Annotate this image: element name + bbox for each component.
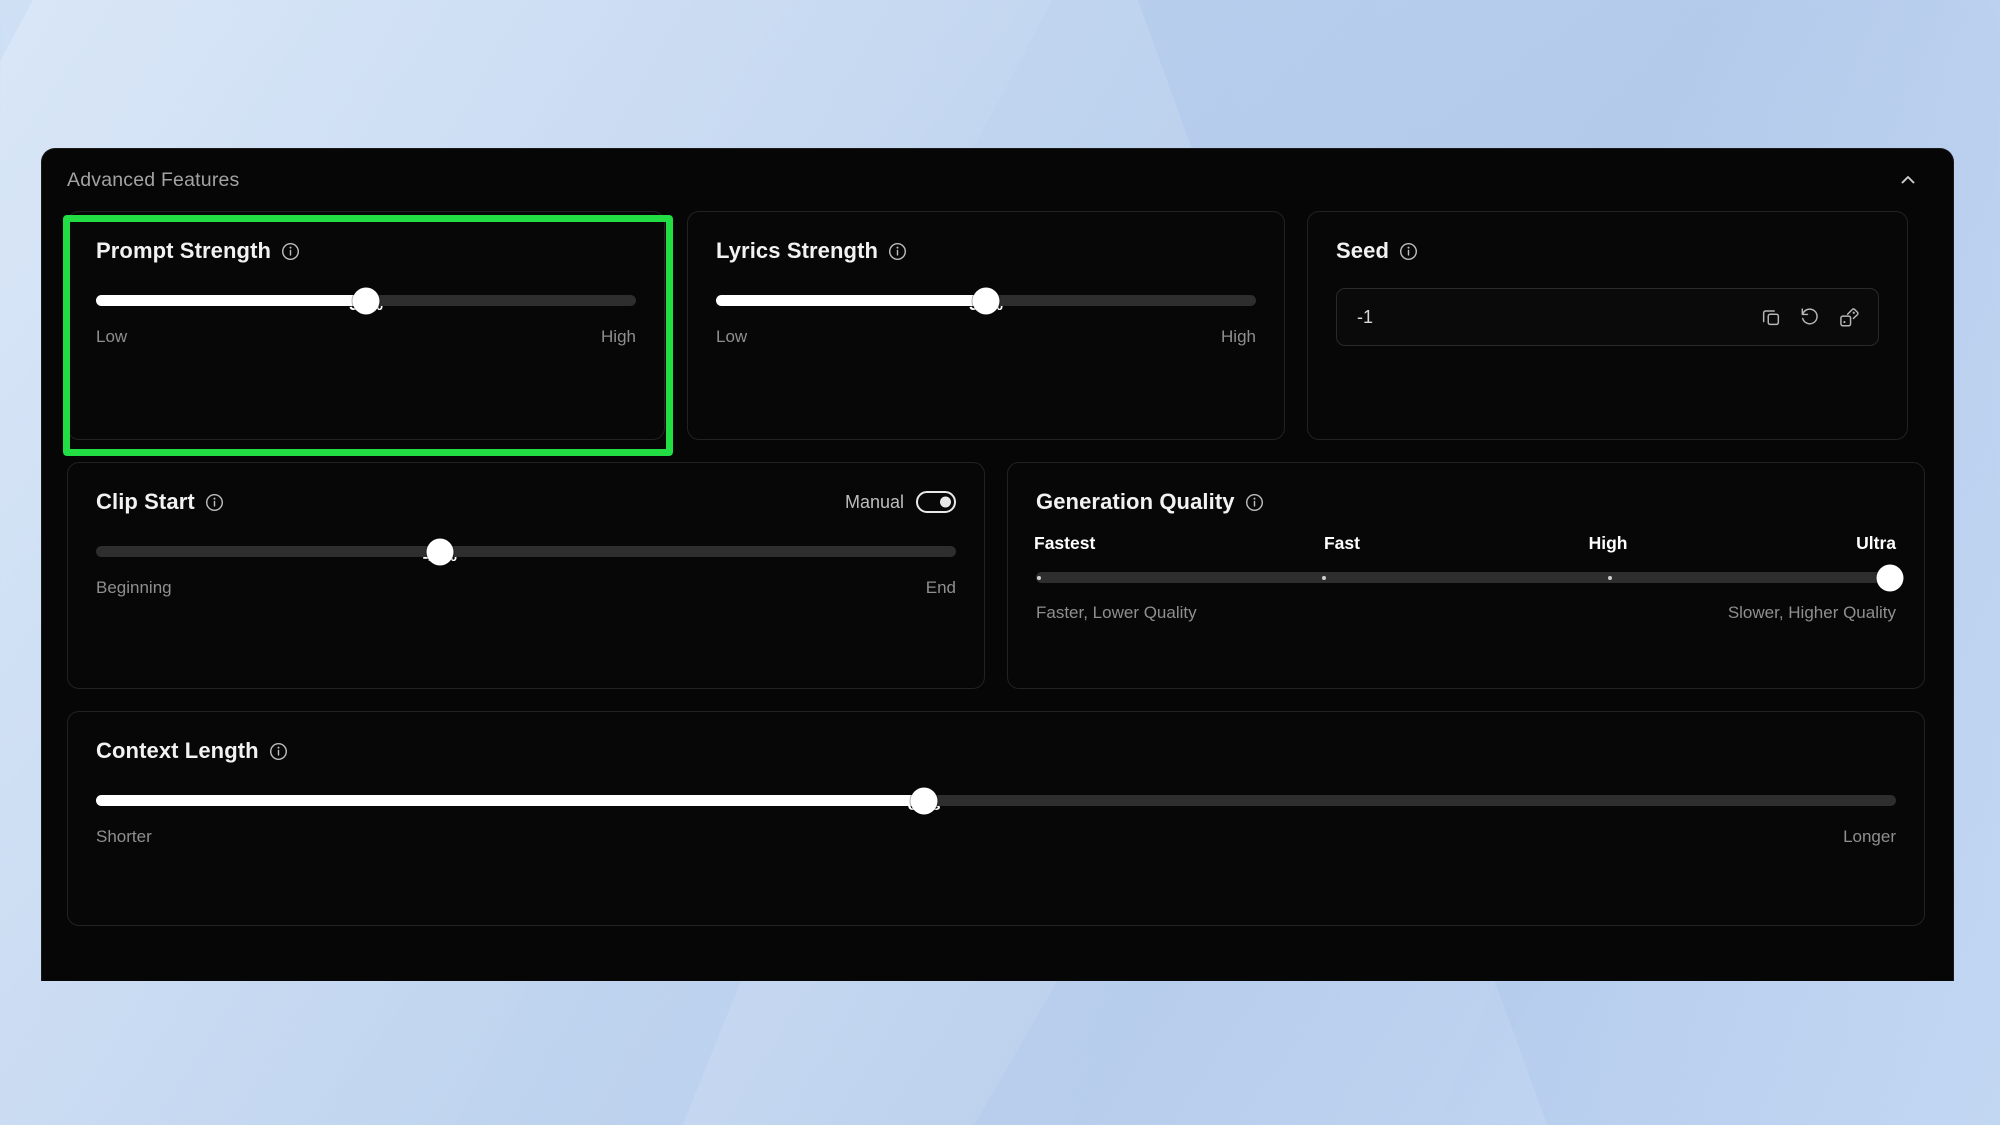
lyrics-strength-thumb[interactable] [973,287,1000,314]
clip-start-endpoints: Beginning End [96,578,956,598]
chevron-up-icon[interactable] [1891,163,1925,197]
context-length-max-label: Longer [1843,827,1896,847]
advanced-features-panel: Advanced Features Prompt Strength [41,148,1954,981]
seed-input[interactable]: -1 [1357,307,1373,328]
clip-start-max-label: End [926,578,956,598]
quality-hint-left: Faster, Lower Quality [1036,603,1197,623]
prompt-strength-track[interactable] [96,295,636,306]
lyrics-strength-title: Lyrics Strength [716,238,1256,264]
panel-body: Prompt Strength 50% [42,211,1953,926]
lyrics-strength-max-label: High [1221,327,1256,347]
seed-input-box[interactable]: -1 [1336,288,1879,346]
prompt-strength-title: Prompt Strength [96,238,636,264]
prompt-strength-endpoints: Low High [96,327,636,347]
seed-label: Seed [1336,238,1389,264]
context-length-min-label: Shorter [96,827,152,847]
clip-start-label: Clip Start [96,489,195,515]
prompt-strength-slider-wrap: 50% Low High [96,295,636,347]
info-icon[interactable] [281,242,300,261]
context-length-thumb[interactable] [911,787,938,814]
lyrics-strength-endpoints: Low High [716,327,1256,347]
lyrics-strength-card: Lyrics Strength 50% [687,211,1285,440]
info-icon[interactable] [205,493,224,512]
lyrics-strength-slider-wrap: 50% Low High [716,295,1256,347]
info-icon[interactable] [1245,493,1264,512]
lyrics-strength-fill [716,295,986,306]
lyrics-strength-min-label: Low [716,327,747,347]
generation-quality-title: Generation Quality [1036,489,1896,515]
generation-quality-track[interactable] [1036,572,1896,583]
clip-start-title-row: Clip Start Manual [96,489,956,515]
clip-start-title: Clip Start [96,489,224,515]
clip-start-thumb[interactable] [427,538,454,565]
manual-label: Manual [845,492,904,513]
page-title: Advanced Features [67,169,240,192]
quality-tick-0 [1037,576,1041,580]
context-length-slider-wrap: 61 s Shorter Longer [96,795,1896,847]
clip-start-min-label: Beginning [96,578,172,598]
generation-quality-thumb[interactable] [1876,564,1903,591]
clip-start-slider-wrap: 40% Beginning End [96,546,956,598]
quality-step-high[interactable]: High [1589,533,1628,554]
clip-start-card: Clip Start Manual [67,462,985,689]
settings-row-1: Prompt Strength 50% [67,211,1928,440]
info-icon[interactable] [1399,242,1418,261]
quality-step-ultra[interactable]: Ultra [1856,533,1896,554]
prompt-strength-max-label: High [601,327,636,347]
clip-start-track[interactable] [96,546,956,557]
generation-quality-card: Generation Quality Fastest Fast High Ult… [1007,462,1925,689]
context-length-card: Context Length 61 s [67,711,1925,926]
prompt-strength-min-label: Low [96,327,127,347]
reset-icon[interactable] [1799,306,1821,328]
quality-step-fastest[interactable]: Fastest [1034,533,1095,554]
seed-title: Seed [1336,238,1879,264]
quality-hint-right: Slower, Higher Quality [1728,603,1896,623]
quality-tick-2 [1608,576,1612,580]
generation-quality-hints: Faster, Lower Quality Slower, Higher Qua… [1036,603,1896,623]
context-length-label: Context Length [96,738,259,764]
prompt-strength-fill [96,295,366,306]
seed-card: Seed -1 [1307,211,1908,440]
prompt-strength-label: Prompt Strength [96,238,271,264]
quality-tick-1 [1322,576,1326,580]
prompt-strength-thumb[interactable] [353,287,380,314]
seed-actions [1760,306,1860,328]
settings-row-3: Context Length 61 s [67,711,1928,926]
copy-icon[interactable] [1760,306,1782,328]
settings-row-2: Clip Start Manual [67,462,1928,689]
info-icon[interactable] [269,742,288,761]
context-length-title: Context Length [96,738,1896,764]
randomize-dice-icon[interactable] [1838,306,1860,328]
manual-toggle-group[interactable]: Manual [845,491,956,513]
context-length-fill [96,795,924,806]
manual-toggle[interactable] [916,491,956,513]
panel-header: Advanced Features [42,149,1953,211]
quality-step-fast[interactable]: Fast [1324,533,1360,554]
context-length-track[interactable] [96,795,1896,806]
prompt-strength-card: Prompt Strength 50% [67,211,665,440]
generation-quality-label: Generation Quality [1036,489,1235,515]
manual-toggle-knob [940,497,951,508]
info-icon[interactable] [888,242,907,261]
generation-quality-step-labels: Fastest Fast High Ultra [1036,533,1896,554]
lyrics-strength-label: Lyrics Strength [716,238,878,264]
lyrics-strength-track[interactable] [716,295,1256,306]
context-length-endpoints: Shorter Longer [96,827,1896,847]
